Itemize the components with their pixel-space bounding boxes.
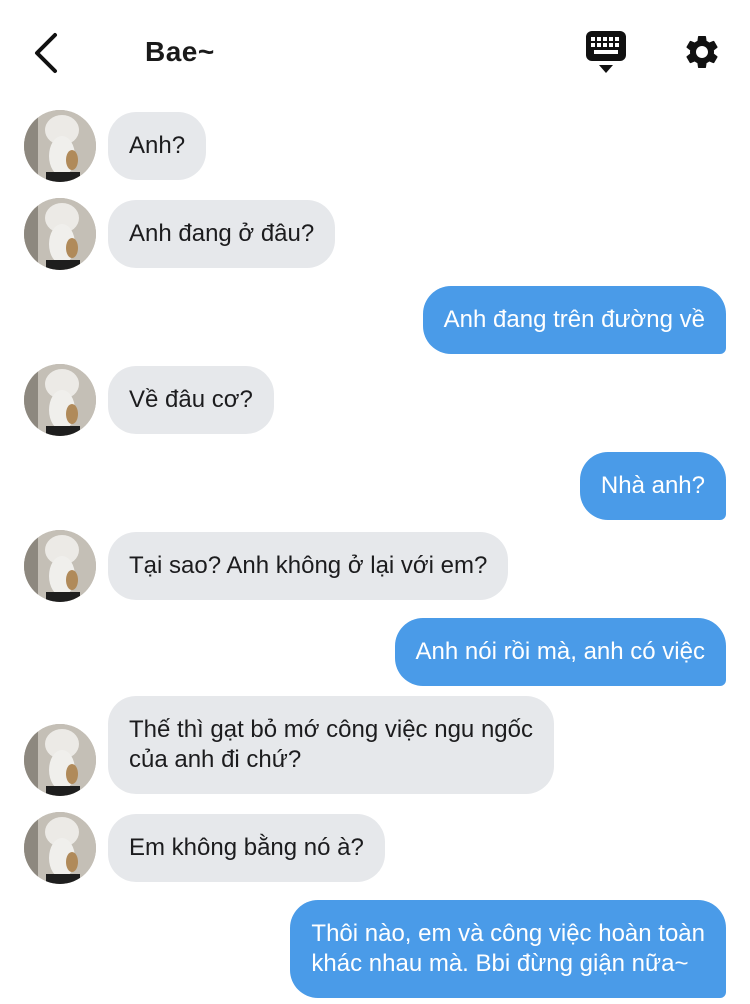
avatar[interactable] — [24, 530, 96, 602]
avatar-photo — [24, 364, 96, 436]
message-bubble-incoming[interactable]: Em không bằng nó à? — [108, 814, 385, 882]
avatar-photo — [24, 812, 96, 884]
chat-header: Bae~ — [0, 0, 750, 104]
message-bubble-outgoing[interactable]: Thôi nào, em và công việc hoàn toàn khác… — [290, 900, 726, 998]
message-bubble-outgoing[interactable]: Anh đang trên đường về — [422, 286, 726, 354]
avatar[interactable] — [24, 724, 96, 796]
avatar[interactable] — [24, 812, 96, 884]
message-bubble-incoming[interactable]: Thế thì gạt bỏ mớ công việc ngu ngốc của… — [108, 696, 554, 794]
message-bubble-outgoing[interactable]: Nhà anh? — [579, 452, 726, 520]
keyboard-icon — [586, 31, 626, 73]
settings-button[interactable] — [678, 28, 726, 76]
message-bubble-incoming[interactable]: Tại sao? Anh không ở lại với em? — [108, 532, 509, 600]
message-list[interactable]: Anh? Anh đang ở đâu? Anh đang trên đường… — [0, 104, 750, 1004]
message-bubble-incoming[interactable]: Anh đang ở đâu? — [108, 200, 336, 268]
avatar[interactable] — [24, 110, 96, 182]
message-bubble-incoming[interactable]: Anh? — [108, 112, 207, 180]
chat-title: Bae~ — [145, 36, 215, 67]
avatar[interactable] — [24, 198, 96, 270]
avatar-photo — [24, 530, 96, 602]
gear-icon — [686, 35, 718, 68]
chevron-left-icon — [35, 33, 57, 73]
message-bubble-incoming[interactable]: Về đâu cơ? — [108, 366, 274, 434]
avatar-photo — [24, 724, 96, 796]
avatar-photo — [24, 198, 96, 270]
keyboard-button[interactable] — [580, 28, 632, 80]
message-bubble-outgoing[interactable]: Anh nói rồi mà, anh có việc — [394, 618, 726, 686]
back-button[interactable] — [26, 28, 66, 78]
avatar-photo — [24, 110, 96, 182]
avatar[interactable] — [24, 364, 96, 436]
